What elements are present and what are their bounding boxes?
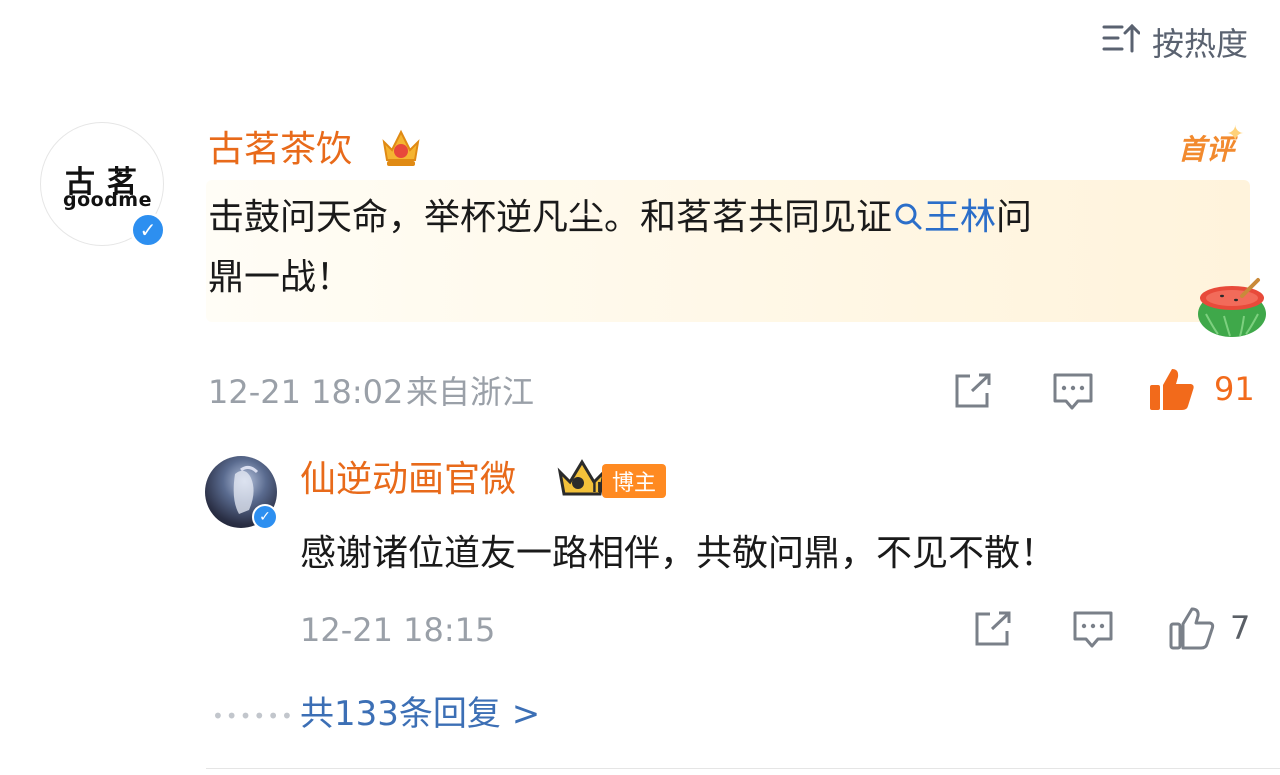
comment-timestamp: 12-21 18:02	[208, 373, 404, 411]
divider	[206, 768, 1280, 769]
crown-icon	[380, 126, 422, 174]
watermelon-icon	[1194, 274, 1270, 342]
sparkle-icon: ✦	[1226, 122, 1245, 147]
reply-verified-icon: ✓	[252, 504, 278, 530]
topic-link[interactable]: 王林	[892, 197, 996, 238]
reply-username[interactable]: 仙逆动画官微	[300, 458, 516, 502]
comment-text: 击鼓问天命，举杯逆凡尘。和茗茗共同见证 王林问鼎一战！	[208, 188, 1228, 308]
thumbs-up-icon	[1169, 607, 1215, 650]
verified-icon: ✓	[130, 212, 166, 248]
comment-icon	[1073, 611, 1113, 648]
share-button[interactable]	[952, 372, 994, 410]
comment-location: 来自浙江	[406, 373, 535, 411]
reply-timestamp: 12-21 18:15	[300, 611, 496, 649]
comment-icon	[1053, 373, 1093, 410]
reply-comment-button[interactable]	[1072, 610, 1114, 650]
like-button[interactable]: 91	[1148, 366, 1255, 412]
reply-like-button[interactable]: 7	[1168, 605, 1250, 651]
svg-text:II: II	[592, 481, 602, 496]
comment-text-part: 击鼓问天命，举杯逆凡尘。和茗茗共同见证	[208, 197, 893, 238]
view-all-replies-link[interactable]: 共133条回复 >	[300, 690, 540, 738]
topic-label: 王林	[924, 197, 997, 238]
share-icon	[975, 611, 1011, 646]
comment-text-line2: 鼎一战！	[208, 257, 353, 298]
reply-text: 感谢诸位道友一路相伴，共敬问鼎，不见不散！	[300, 533, 1057, 574]
reply-share-button[interactable]	[972, 610, 1014, 648]
reply-crown-icon: II	[556, 458, 608, 506]
reply-like-count: 7	[1230, 609, 1251, 647]
thumbs-up-icon	[1150, 369, 1194, 410]
blogger-badge: 博主	[602, 464, 667, 498]
sort-icon	[1102, 22, 1141, 62]
sort-label: 按热度	[1151, 25, 1248, 63]
more-dots-icon: ••••••	[212, 704, 295, 728]
comment-text-part: 问	[996, 197, 1033, 238]
comment-username[interactable]: 古茗茶饮	[208, 128, 352, 172]
search-icon	[895, 203, 922, 230]
like-count: 91	[1214, 370, 1255, 408]
share-icon	[955, 373, 991, 408]
sort-by-heat-button[interactable]: 按热度	[1102, 20, 1248, 64]
comment-button[interactable]	[1052, 372, 1094, 412]
avatar-logo-subtext: goodme	[63, 189, 152, 211]
